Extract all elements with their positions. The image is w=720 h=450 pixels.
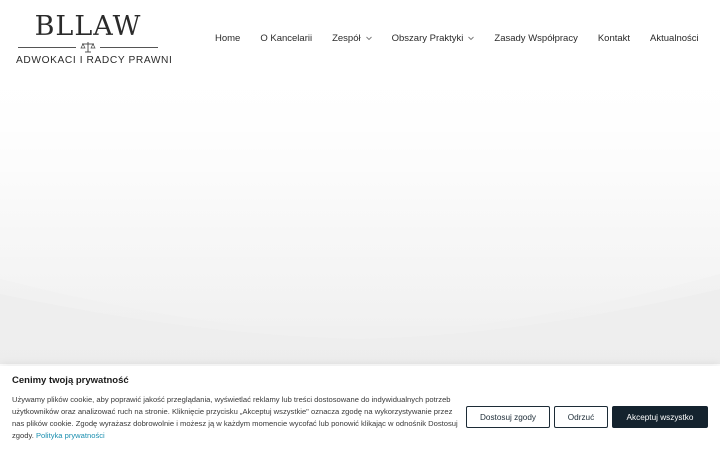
nav-item-label: Zespół — [332, 32, 361, 44]
nav-item-kontakt[interactable]: Kontakt — [598, 33, 630, 44]
cookie-consent-banner: Cenimy twoją prywatność Używamy plików c… — [0, 366, 720, 450]
nav-item-zespol[interactable]: Zespół — [332, 33, 373, 44]
customize-consent-button[interactable]: Dostosuj zgody — [466, 406, 550, 428]
scales-of-justice-icon — [80, 42, 96, 53]
nav-item-label: Obszary Praktyki — [391, 32, 464, 44]
cookie-description: Używamy plików cookie, aby poprawić jako… — [12, 394, 460, 442]
logo-tagline: ADWOKACI I RADCY PRAWNI — [16, 55, 173, 66]
nav-item-home[interactable]: Home — [215, 33, 240, 44]
nav-item-label: Zasady Współpracy — [494, 32, 578, 44]
reject-button[interactable]: Odrzuć — [554, 406, 608, 428]
chevron-down-icon — [365, 36, 372, 41]
cookie-title: Cenimy twoją prywatność — [12, 375, 129, 386]
nav-item-o-kancelarii[interactable]: O Kancelarii — [260, 33, 312, 44]
nav-item-label: Aktualności — [650, 32, 699, 44]
accept-all-button[interactable]: Akceptuj wszystko — [612, 406, 708, 428]
chevron-down-icon — [468, 36, 475, 41]
privacy-policy-link[interactable]: Polityka prywatności — [36, 431, 105, 440]
nav-item-label: Kontakt — [597, 32, 631, 44]
nav-item-zasady-wspolpracy[interactable]: Zasady Współpracy — [494, 33, 577, 44]
site-logo[interactable]: BLLAW ADWOKACI I RADCY PRAWNI — [16, 11, 173, 68]
logo-divider-right — [100, 47, 158, 48]
hero-wave-decoration — [0, 74, 720, 364]
site-header: BLLAW ADWOKACI I RADCY PRAWNI Home O Kan… — [0, 0, 720, 74]
nav-item-obszary-praktyki[interactable]: Obszary Praktyki — [392, 33, 476, 44]
logo-wordmark: BLLAW — [34, 11, 142, 42]
logo-divider-left — [18, 47, 76, 48]
nav-item-label: O Kancelarii — [260, 32, 313, 44]
main-navigation: Home O Kancelarii Zespół Obszary Praktyk… — [210, 30, 699, 46]
nav-item-aktualnosci[interactable]: Aktualności — [650, 33, 699, 44]
hero-section — [0, 74, 720, 364]
nav-item-label: Home — [215, 32, 241, 44]
